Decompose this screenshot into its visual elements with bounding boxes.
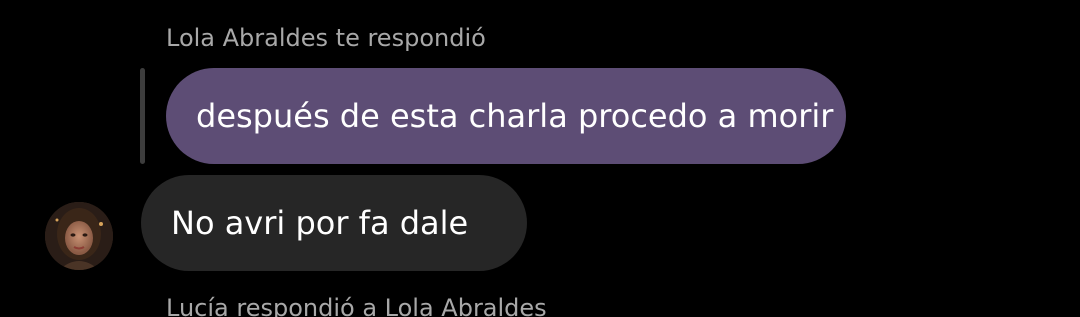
chat-thread: Lola Abraldes te respondió después de es… [0,0,1080,317]
quoted-message-text: después de esta charla procedo a morir [196,97,834,135]
received-message-text: No avri por fa dale [171,204,469,242]
sender-avatar[interactable] [45,202,113,270]
quoted-message-bubble[interactable]: después de esta charla procedo a morir [166,68,846,164]
next-reply-header: Lucía respondió a Lola Abraldes [166,294,547,317]
reply-quote-bar [140,68,145,164]
received-message-bubble[interactable]: No avri por fa dale [141,175,527,271]
reply-header: Lola Abraldes te respondió [166,24,486,52]
profile-photo-icon [45,202,113,270]
